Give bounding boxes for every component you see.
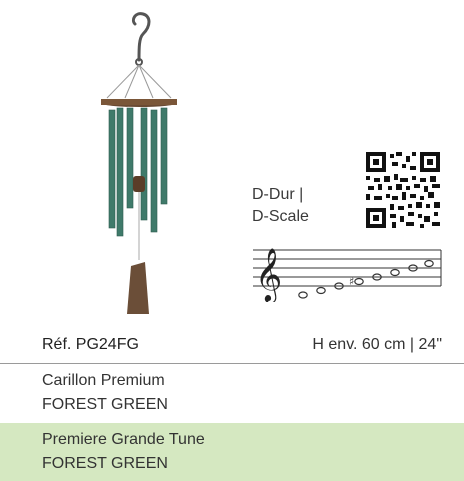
- name-title: Premiere Grande Tune: [42, 431, 205, 448]
- scale-label-line1: D-Dur |: [252, 186, 304, 203]
- name-block-french: Carillon Premium FOREST GREEN: [0, 364, 464, 419]
- name-title: Carillon Premium: [42, 372, 165, 389]
- music-staff-d-scale: 𝄞 ♯: [253, 247, 442, 302]
- treble-clef-icon: 𝄞: [255, 247, 282, 302]
- name-color: FOREST GREEN: [42, 396, 168, 413]
- qr-code[interactable]: [366, 152, 440, 228]
- product-dimensions: H env. 60 cm | 24": [312, 336, 442, 353]
- product-reference-row: Réf. PG24FG H env. 60 cm | 24": [42, 333, 442, 363]
- scale-label-line2: D-Scale: [252, 208, 309, 225]
- name-block-english: Premiere Grande Tune FOREST GREEN: [0, 423, 464, 481]
- scale-label: D-Dur | D-Scale: [252, 184, 309, 228]
- product-ref: Réf. PG24FG: [42, 336, 139, 353]
- sharp-icon: ♯: [349, 275, 354, 288]
- wind-chime-image: [101, 12, 177, 314]
- name-color: FOREST GREEN: [42, 455, 168, 472]
